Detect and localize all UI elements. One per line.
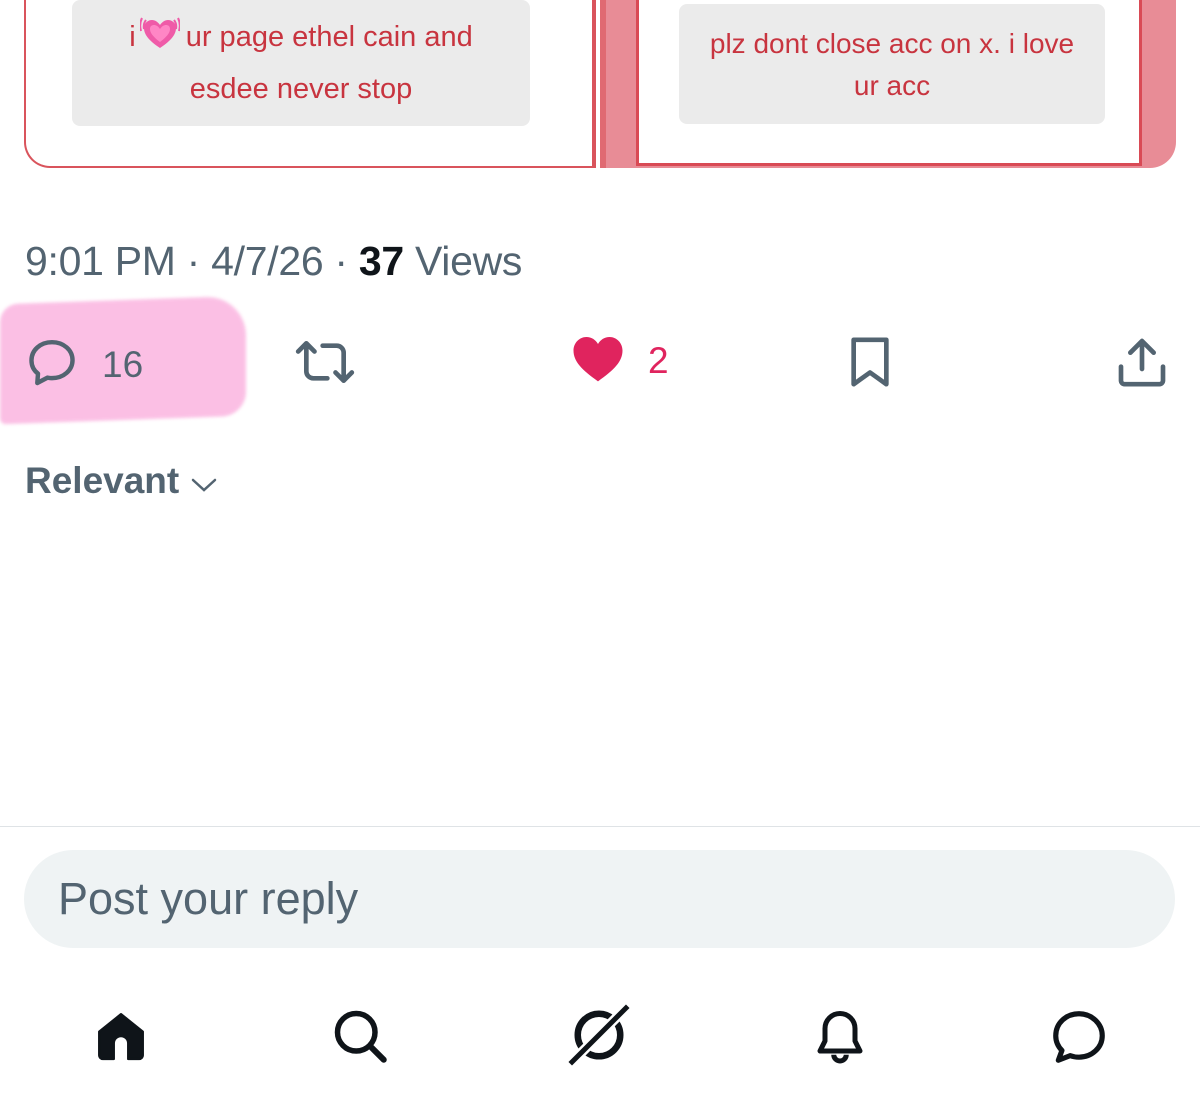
messages-icon [1048,1011,1110,1072]
bookmark-button[interactable] [846,334,894,395]
repost-icon [294,334,356,395]
bottom-tab-bar [0,1000,1200,1080]
like-button[interactable]: 2 [570,332,669,389]
image-card: plz dont close acc on x. i love ur acc [636,0,1142,166]
tab-grok[interactable] [564,1000,634,1075]
search-icon [330,1010,390,1070]
reply-count: 16 [102,343,144,385]
views-count[interactable]: 37 [359,238,404,284]
reply-button[interactable]: 16 [24,334,143,395]
bookmark-icon [846,334,894,395]
message-bubble-left: i ur page ethel cain and esdee never stop [72,0,530,126]
attached-media[interactable]: i ur page ethel cain and esdee never stop… [24,0,1176,170]
message-text-left-line2: esdee never stop [189,73,413,105]
share-icon [1116,334,1168,395]
reply-sort-dropdown[interactable]: Relevant [25,460,217,502]
growing-heart-icon [138,14,181,66]
grok-icon [564,1001,634,1074]
separator: · [175,238,212,284]
reply-input[interactable]: Post your reply [24,850,1175,948]
media-image-left[interactable]: i ur page ethel cain and esdee never stop [24,0,618,168]
post-time[interactable]: 9:01 PM [25,238,176,284]
message-text-right: plz dont close acc on x. i love [709,28,1075,59]
post-date[interactable]: 4/7/26 [211,238,324,284]
separator: · [323,238,359,284]
like-count: 2 [648,339,669,381]
tab-home[interactable] [92,1007,150,1070]
message-text-prefix: i [129,21,136,53]
views-label[interactable]: Views [404,238,522,284]
share-button[interactable] [1116,334,1168,395]
post-actions: 16 2 [0,330,1200,400]
message-text-right-line2: ur acc [853,70,931,101]
reply-placeholder: Post your reply [58,873,359,924]
media-image-right[interactable]: plz dont close acc on x. i love ur acc [606,0,1176,168]
repost-button[interactable] [294,334,356,395]
post-meta: 9:01 PM · 4/7/26 · 37 Views [25,238,522,285]
notifications-icon [810,1011,870,1070]
reply-icon [24,334,80,395]
heart-icon [570,332,626,389]
tab-notifications[interactable] [810,1006,870,1071]
chevron-down-icon [179,460,217,502]
home-icon [92,1013,150,1069]
tab-explore[interactable] [330,1006,390,1071]
sort-label: Relevant [25,460,180,501]
divider [0,826,1200,827]
message-text-left: ur page ethel cain and [185,21,473,53]
message-bubble-right: plz dont close acc on x. i love ur acc [679,4,1105,124]
tab-messages[interactable] [1048,1006,1110,1073]
